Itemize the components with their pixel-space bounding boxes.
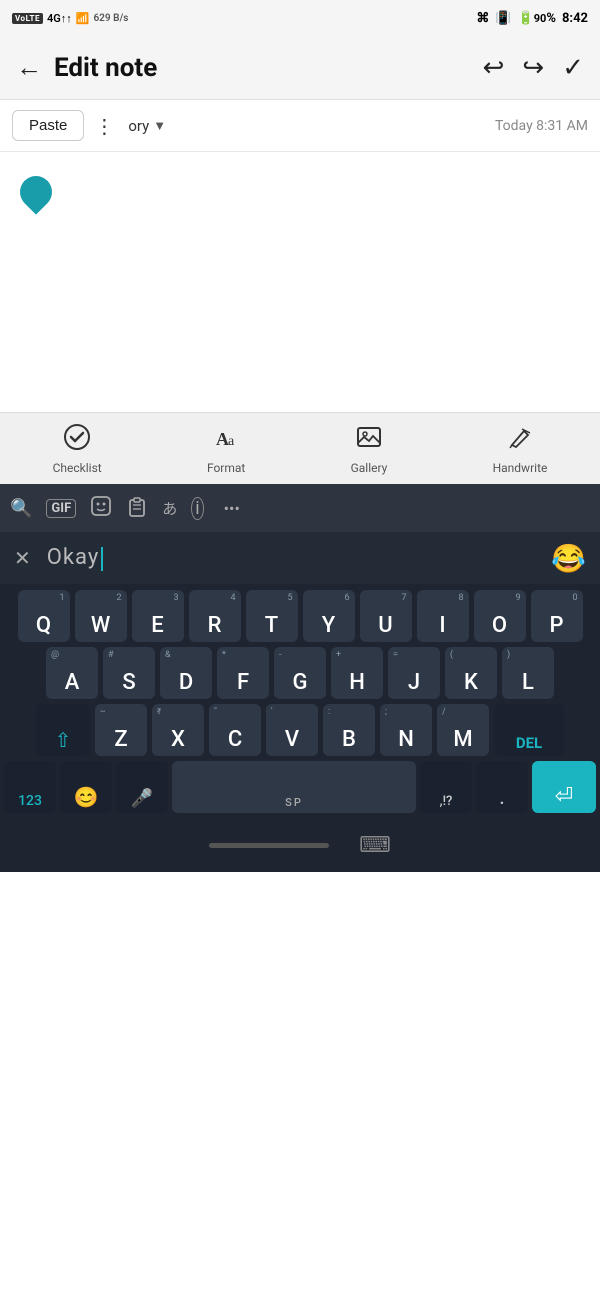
vibrate-icon: 📳 [495,11,511,26]
emoji-key[interactable]: 😊 [60,761,112,813]
key-m[interactable]: /M [437,704,489,756]
volte-badge: VoLTE [12,13,43,24]
key-n[interactable]: ;N [380,704,432,756]
svg-text:a: a [228,434,235,449]
battery-icon: 🔋90% [518,11,556,26]
clipboard-icon[interactable] [126,495,148,522]
back-button[interactable]: ← [16,52,42,83]
redo-button[interactable]: ↪ [522,53,544,83]
enter-key[interactable]: ⏎ [532,761,596,813]
space-key[interactable]: SP [172,761,416,813]
top-bar: ← Edit note ↩ ↪ ✓ [0,36,600,100]
checklist-label: Checklist [53,461,102,475]
status-left: VoLTE 4G↑↑ 📶 629 B/s [12,12,128,25]
data-speed: 629 B/s [93,13,128,24]
current-word: Okay [47,545,551,570]
handwrite-icon [506,423,534,457]
undo-button[interactable]: ↩ [483,53,505,83]
key-t[interactable]: 5T [246,590,298,642]
mic-key[interactable]: 🎤 [116,761,168,813]
search-icon[interactable]: 🔍 [10,498,32,519]
suggestions-icons: 🔍 GIF あ i ••• [10,495,240,522]
format-icon: A a [212,423,240,457]
status-right: ⌘ 📳 🔋90% 8:42 [476,11,588,26]
edit-toolbar: Paste ⋮ ory ▼ Today 8:31 AM [0,100,600,152]
info-icon[interactable]: i [191,497,203,520]
word-suggestion-bar: ✕ Okay 😂 [0,532,600,584]
note-area[interactable] [0,152,600,412]
wifi-icon: 📶 [76,12,90,25]
key-c[interactable]: "C [209,704,261,756]
key-r[interactable]: 4R [189,590,241,642]
top-bar-actions: ↩ ↪ ✓ [483,53,584,83]
key-b[interactable]: :B [323,704,375,756]
dot-key[interactable]: . [476,761,528,813]
key-j[interactable]: =J [388,647,440,699]
gallery-label: Gallery [351,461,388,475]
dropdown-arrow: ▼ [153,118,166,134]
bottom-navigation-bar: ⌨ [0,822,600,872]
home-pill[interactable] [209,843,329,848]
status-bar: VoLTE 4G↑↑ 📶 629 B/s ⌘ 📳 🔋90% 8:42 [0,0,600,36]
sticker-icon[interactable] [90,495,112,522]
gallery-tool[interactable]: Gallery [351,423,388,475]
key-u[interactable]: 7U [360,590,412,642]
more-options-button[interactable]: ••• [224,499,240,518]
key-y[interactable]: 6Y [303,590,355,642]
paste-button[interactable]: Paste [12,110,84,141]
key-f[interactable]: *F [217,647,269,699]
signal-strength: 4G↑↑ [47,12,72,25]
keyboard-row-1: 1Q 2W 3E 4R 5T 6Y 7U 8I 9O 0P [4,590,596,642]
confirm-button[interactable]: ✓ [562,53,584,83]
history-button[interactable]: ory ▼ [128,117,166,135]
key-p[interactable]: 0P [531,590,583,642]
key-g[interactable]: -G [274,647,326,699]
text-cursor [101,547,103,571]
more-options-icon[interactable]: ⋮ [84,114,124,138]
bluetooth-icon: ⌘ [476,11,489,26]
key-z[interactable]: ~Z [95,704,147,756]
num-switch-key[interactable]: 123 [4,761,56,813]
keyboard-row-2: @A #S &D *F -G +H =J (K )L [4,647,596,699]
checklist-icon [63,423,91,457]
keyboard-toolbar: Checklist A a Format Gallery [0,412,600,484]
keyboard-row-4: 123 😊 🎤 SP ,!? . ⏎ [4,761,596,813]
note-date: Today 8:31 AM [495,118,588,134]
gallery-icon [355,423,383,457]
delete-key[interactable]: DEL [494,704,564,756]
handwrite-tool[interactable]: Handwrite [493,423,548,475]
top-bar-left: ← Edit note [16,52,157,83]
page-title: Edit note [54,53,157,83]
key-h[interactable]: +H [331,647,383,699]
format-label: Format [207,461,245,475]
handwrite-label: Handwrite [493,461,548,475]
clock: 8:42 [562,11,588,26]
key-d[interactable]: &D [160,647,212,699]
close-word-button[interactable]: ✕ [14,546,31,570]
translate-icon[interactable]: あ [162,498,177,519]
key-k[interactable]: (K [445,647,497,699]
key-q[interactable]: 1Q [18,590,70,642]
checklist-tool[interactable]: Checklist [53,423,102,475]
punctuation-key[interactable]: ,!? [420,761,472,813]
cursor-marker [13,169,58,214]
keyboard-toggle-icon[interactable]: ⌨ [359,833,391,858]
emoji-button[interactable]: 😂 [551,542,586,575]
key-a[interactable]: @A [46,647,98,699]
key-o[interactable]: 9O [474,590,526,642]
keyboard-row-3: ⇧ ~Z ₹X "C 'V :B ;N /M DEL [4,704,596,756]
key-s[interactable]: #S [103,647,155,699]
key-x[interactable]: ₹X [152,704,204,756]
key-l[interactable]: )L [502,647,554,699]
keyboard-suggestions-bar: 🔍 GIF あ i ••• [0,484,600,532]
key-e[interactable]: 3E [132,590,184,642]
history-label: ory [128,117,149,135]
key-v[interactable]: 'V [266,704,318,756]
format-tool[interactable]: A a Format [207,423,245,475]
gif-icon[interactable]: GIF [46,499,76,518]
keyboard: 1Q 2W 3E 4R 5T 6Y 7U 8I 9O 0P @A #S &D *… [0,584,600,822]
shift-key[interactable]: ⇧ [36,704,90,756]
key-w[interactable]: 2W [75,590,127,642]
key-i[interactable]: 8I [417,590,469,642]
